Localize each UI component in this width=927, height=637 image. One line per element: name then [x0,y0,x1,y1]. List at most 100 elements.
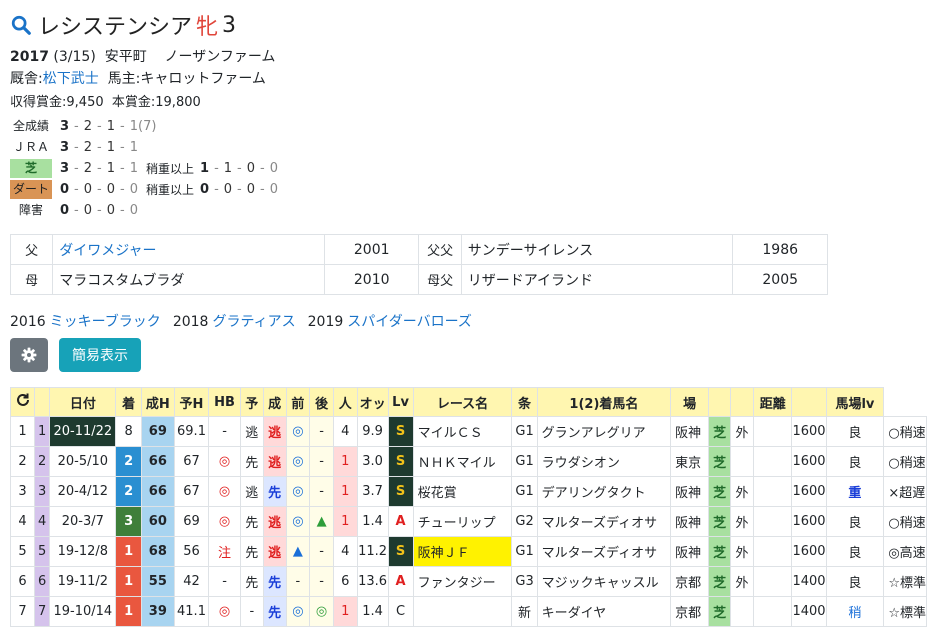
table-row[interactable]: 3 3 20-4/12 2 66 67 ◎ 逃先 ◎ -1 3.7 S 桜花賞 G1 デアリングタクト 阪神芝… [9,476,927,507]
track: 東京 [670,446,710,477]
odds: 3.7 [356,476,389,507]
popularity: 4 [332,536,358,567]
track: 阪神 [670,506,710,537]
course-side: 外 [730,476,754,507]
distance: 1600 [791,506,827,537]
record-separator: - [97,182,102,197]
header-12[interactable]: レース名 [412,387,513,417]
race-date: 20-4/12 [49,476,117,507]
header-3[interactable]: 予H [173,387,210,417]
record-count: 2 [83,140,93,155]
refresh-button[interactable] [9,387,36,417]
result-h: 39 [140,596,175,627]
race-date: 19-10/14 [49,596,117,627]
header-2[interactable]: 成H [140,387,175,417]
popularity: 1 [332,596,358,627]
race-name-link[interactable]: 阪神ＪＦ [412,536,513,567]
race-name-link[interactable]: ファンタジー [412,566,513,597]
row-number: 1 [9,416,36,447]
race-name-link[interactable]: チューリップ [412,506,513,537]
distance: 1400 [791,566,827,597]
front-mark: ◎ [285,506,311,537]
birth-year: 2017 [10,49,49,65]
record-separator: - [74,182,79,197]
record-count: 0 [200,182,210,197]
finish-position: 3 [115,506,142,537]
record-separator: - [120,140,125,155]
sire-sire: サンデーサイレンス [460,234,734,265]
track-condition: 良 [825,566,885,597]
result-h: 68 [140,536,175,567]
header-19[interactable] [791,387,827,417]
record-separator: - [97,203,102,218]
ground-level: ☆標準 [883,566,927,597]
record-separator: - [260,182,265,197]
header-14[interactable]: 1(2)着馬名 [536,387,672,417]
finish-position: 8 [115,416,142,447]
search-icon[interactable] [10,14,32,36]
row-number: 3 [9,476,36,507]
table-row[interactable]: 2 2 20-5/10 2 66 67 ◎ 先逃 ◎ -1 3.0 S ＮＨＫマイル G1 ラウダシオン 東京… [9,446,927,477]
trainer-link[interactable]: 松下武士 [43,71,99,87]
sire-year: 2001 [323,234,420,265]
header-16[interactable] [708,387,732,417]
header-5[interactable]: 予 [239,387,264,417]
race-name-link[interactable]: 桜花賞 [412,476,513,507]
header-10[interactable]: オッ [356,387,389,417]
header-18[interactable]: 距離 [752,387,793,417]
ground-level: ◎高速 [883,536,927,567]
table-row[interactable]: 1 1 20-11/22 8 69 69.1- 逃逃 ◎ -4 9.9 S マイルＣＳ G1 グランアレグ… [9,416,927,447]
distance: 1600 [791,416,827,447]
distance: 1600 [791,536,827,567]
record-count: 0 [60,182,70,197]
hb-mark: ◎ [208,476,241,507]
sibling-link[interactable]: ミッキーブラック [50,314,161,330]
record-label: 芝 [10,159,52,178]
row-number: 4 [9,506,36,537]
settings-button[interactable] [10,338,48,372]
forecast-h: 67 [173,476,210,507]
simple-view-button[interactable]: 簡易表示 [59,338,141,372]
race-name-link[interactable]: マイルＣＳ [412,416,513,447]
sibling-link[interactable]: スパイダーバローズ [347,314,472,330]
table-row[interactable]: 6 6 19-11/2 1 55 42- 先先 - -6 13.6 A ファンタジー G3 マジックキャッ… [9,566,927,597]
sibling-year: 2019 [307,314,344,330]
birth-info: 2017 (3/15) 安平町 ノーザンファーム [10,46,275,66]
dam-sire-label: 母父 [418,264,462,295]
header-7[interactable]: 前 [285,387,311,417]
race-level: S [387,446,414,477]
record-count: 1 [129,119,138,134]
ground-level: ×超遅 [883,476,927,507]
race-date: 20-3/7 [49,506,117,537]
sire-link[interactable]: ダイワメジャー [59,243,156,259]
header-20[interactable]: 馬場lv [825,387,885,417]
course-side: 外 [730,566,754,597]
header-4[interactable]: HB [208,387,241,417]
race-name-link[interactable] [412,596,513,627]
owner: キャロットファーム [140,71,266,87]
surface: 芝 [708,476,732,507]
winner-name: キーダイヤ [536,596,672,627]
race-name-link[interactable]: ＮＨＫマイル [412,446,513,477]
record-separator: - [214,182,219,197]
header-1[interactable]: 着 [115,387,142,417]
forecast-style: 先 [239,566,264,597]
header-15[interactable]: 場 [670,387,710,417]
record-count: 0 [106,203,116,218]
header-9[interactable]: 人 [332,387,358,417]
record-row: ダート 0-0-0-0 稍重以上 0-0-0-0 [10,179,278,200]
header-cell [34,387,51,417]
table-row[interactable]: 7 7 19-10/14 1 39 41.1 ◎ - 先 ◎ ◎ 1 1.4 C 新キーダイヤ 京都芝 1400… [9,596,927,627]
empty-cell [752,446,793,477]
result-style: 逃 [262,506,287,537]
header-0[interactable]: 日付 [49,387,117,417]
table-row[interactable]: 4 4 20-3/7 3 60 69 ◎ 先逃 ◎ ▲ 1 1.4 A チューリップ G2 マルターズディオサ… [9,506,927,537]
sibling-link[interactable]: グラティアス [212,314,295,330]
header-6[interactable]: 成 [262,387,287,417]
back-mark: ▲ [309,506,334,537]
header-17[interactable] [730,387,754,417]
header-8[interactable]: 後 [309,387,334,417]
table-row[interactable]: 5 5 19-12/8 1 68 56 注先逃 ▲ -4 11.2 S 阪神ＪＦ G1 マルターズディオサ… [9,536,927,567]
header-11[interactable]: Lv [387,387,414,417]
header-13[interactable]: 条 [511,387,538,417]
